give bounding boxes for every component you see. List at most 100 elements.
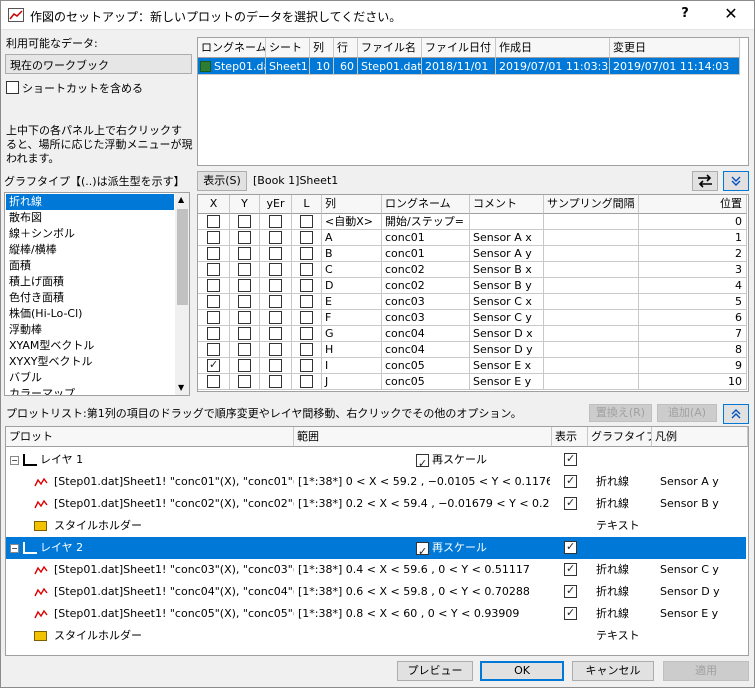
column-role-checkbox[interactable]: [238, 263, 251, 276]
graph-type-item[interactable]: 散布図: [6, 210, 174, 226]
column-role-checkbox[interactable]: [269, 359, 282, 372]
column-role-checkbox[interactable]: [300, 279, 313, 292]
column-role-checkbox[interactable]: [269, 279, 282, 292]
column-role-checkbox[interactable]: [300, 359, 313, 372]
column-role-checkbox[interactable]: [269, 343, 282, 356]
scroll-down-icon[interactable]: ▼: [178, 383, 184, 392]
help-button[interactable]: ?: [672, 6, 698, 26]
graph-type-scrollbar[interactable]: ▲ ▼: [175, 193, 189, 395]
expand-toggle-icon[interactable]: −: [10, 455, 19, 465]
plot-header-cell[interactable]: プロット: [6, 427, 294, 447]
show-checkbox[interactable]: [564, 496, 577, 510]
plot-header-cell[interactable]: グラフタイプ: [588, 427, 652, 447]
column-role-checkbox[interactable]: [238, 327, 251, 340]
show-checkbox[interactable]: [564, 562, 577, 576]
apply-button[interactable]: 適用: [663, 661, 749, 681]
plot-row[interactable]: [Step01.dat]Sheet1! "conc04"(X), "conc04…: [6, 581, 746, 603]
workbook-cell[interactable]: 10: [310, 58, 334, 75]
graph-type-item[interactable]: 面積: [6, 258, 174, 274]
plot-header-cell[interactable]: 範囲: [294, 427, 552, 447]
workbook-cell[interactable]: 2019/07/01 11:14:03: [610, 58, 740, 75]
workbook-header-cell[interactable]: ファイル日付: [422, 38, 496, 58]
plot-row[interactable]: [Step01.dat]Sheet1! "conc03"(X), "conc03…: [6, 559, 746, 581]
plot-row[interactable]: [Step01.dat]Sheet1! "conc01"(X), "conc01…: [6, 471, 746, 493]
graph-type-item[interactable]: XYXY型ベクトル: [6, 354, 174, 370]
column-role-checkbox[interactable]: [269, 247, 282, 260]
column-role-checkbox[interactable]: [207, 311, 220, 324]
plot-header-cell[interactable]: 凡例: [652, 427, 748, 447]
column-role-checkbox[interactable]: [207, 295, 220, 308]
plot-row[interactable]: [Step01.dat]Sheet1! "conc02"(X), "conc02…: [6, 493, 746, 515]
column-header-cell[interactable]: ロングネーム: [382, 195, 470, 214]
workbook-table[interactable]: ロングネームシート列行ファイル名ファイル日付作成日変更日 Step01.dat Sh…: [197, 37, 749, 166]
rescale-checkbox[interactable]: [416, 541, 429, 559]
column-role-checkbox[interactable]: [207, 215, 220, 228]
show-checkbox[interactable]: [564, 452, 577, 466]
column-role-checkbox[interactable]: [300, 215, 313, 228]
graph-type-item[interactable]: 株価(Hi-Lo-Cl): [6, 306, 174, 322]
column-role-checkbox[interactable]: [300, 375, 313, 388]
close-button[interactable]: ✕: [718, 4, 744, 26]
workbook-cell[interactable]: Step01.dat: [358, 58, 422, 75]
column-role-checkbox[interactable]: [269, 263, 282, 276]
show-checkbox[interactable]: [564, 584, 577, 598]
swap-icon[interactable]: [692, 171, 718, 191]
style-holder-row[interactable]: スタイルホルダー テキスト: [6, 625, 746, 647]
rescale-checkbox[interactable]: [416, 453, 429, 471]
column-role-checkbox[interactable]: [238, 215, 251, 228]
column-role-checkbox[interactable]: [238, 295, 251, 308]
column-header-cell[interactable]: サンプリング間隔: [544, 195, 639, 214]
column-role-checkbox[interactable]: [207, 327, 220, 340]
column-role-checkbox[interactable]: [238, 311, 251, 324]
column-role-checkbox[interactable]: [207, 279, 220, 292]
layer-row[interactable]: − レイヤ 1 再スケール: [6, 449, 746, 471]
column-header-cell[interactable]: L: [292, 195, 322, 214]
column-role-checkbox[interactable]: [269, 231, 282, 244]
column-header-cell[interactable]: コメント: [470, 195, 544, 214]
column-header-cell[interactable]: Y: [230, 195, 260, 214]
workbook-header-cell[interactable]: 列: [310, 38, 334, 58]
add-button[interactable]: 追加(A): [657, 404, 717, 422]
graph-type-item[interactable]: 浮動棒: [6, 322, 174, 338]
column-role-checkbox[interactable]: [207, 358, 220, 372]
column-header-cell[interactable]: yEr: [260, 195, 292, 214]
column-role-checkbox[interactable]: [238, 375, 251, 388]
column-table[interactable]: X YyEr L 列ロングネーム コメント サンプリング間隔 位置 <自動X> 開始/ステップ=…: [197, 194, 749, 392]
workbook-header-cell[interactable]: ロングネーム: [198, 38, 266, 58]
plot-row[interactable]: [Step01.dat]Sheet1! "conc05"(X), "conc05…: [6, 603, 746, 625]
column-role-checkbox[interactable]: [269, 295, 282, 308]
workbook-header-cell[interactable]: ファイル名: [358, 38, 422, 58]
layer-row[interactable]: − レイヤ 2 再スケール: [6, 537, 746, 559]
column-role-checkbox[interactable]: [269, 215, 282, 228]
column-role-checkbox[interactable]: [300, 295, 313, 308]
ok-button[interactable]: OK: [480, 661, 564, 681]
workbook-header-cell[interactable]: 行: [334, 38, 358, 58]
data-source-combo[interactable]: 現在のワークブック ⌄: [5, 54, 192, 74]
column-role-checkbox[interactable]: [300, 311, 313, 324]
workbook-cell[interactable]: 2019/07/01 11:03:37: [496, 58, 610, 75]
column-role-checkbox[interactable]: [269, 327, 282, 340]
column-role-checkbox[interactable]: [300, 247, 313, 260]
column-role-checkbox[interactable]: [238, 359, 251, 372]
scroll-thumb[interactable]: [177, 209, 188, 305]
cancel-button[interactable]: キャンセル: [572, 661, 654, 681]
graph-type-item[interactable]: XYAM型ベクトル: [6, 338, 174, 354]
workbook-cell[interactable]: 60: [334, 58, 358, 75]
column-role-checkbox[interactable]: [300, 231, 313, 244]
workbook-cell[interactable]: 2018/11/01: [422, 58, 496, 75]
show-button[interactable]: 表示(S): [197, 171, 247, 191]
graph-type-item[interactable]: バブル: [6, 370, 174, 386]
column-role-checkbox[interactable]: [207, 247, 220, 260]
workbook-header-cell[interactable]: 変更日: [610, 38, 740, 58]
workbook-header-cell[interactable]: 作成日: [496, 38, 610, 58]
show-checkbox[interactable]: [564, 540, 577, 554]
column-role-checkbox[interactable]: [238, 279, 251, 292]
plot-header-cell[interactable]: 表示: [552, 427, 588, 447]
scroll-up-icon[interactable]: ▲: [178, 195, 184, 204]
column-role-checkbox[interactable]: [300, 343, 313, 356]
style-holder-row[interactable]: スタイルホルダー テキスト: [6, 515, 746, 537]
column-role-checkbox[interactable]: [269, 311, 282, 324]
graph-type-item[interactable]: 色付き面積: [6, 290, 174, 306]
column-header-cell[interactable]: 位置: [639, 195, 747, 214]
column-role-checkbox[interactable]: [238, 231, 251, 244]
